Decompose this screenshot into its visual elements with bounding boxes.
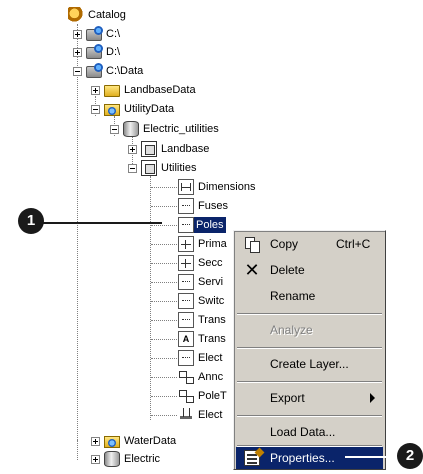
tree-item-trans-2[interactable]: A Trans — [178, 330, 226, 348]
collapse-icon[interactable] — [73, 67, 82, 76]
feature-dataset-icon — [141, 160, 157, 176]
menu-item-export[interactable]: Export — [236, 387, 383, 409]
line-feature-class-icon — [178, 236, 194, 252]
tree-item-utility-data[interactable]: UtilityData — [104, 100, 174, 118]
dimension-feature-class-icon — [178, 179, 194, 195]
menu-item-load-data[interactable]: Load Data... — [236, 421, 383, 443]
step-callout-1: 1 — [18, 208, 44, 234]
tree-connector — [151, 415, 177, 416]
expand-icon[interactable] — [73, 48, 82, 57]
delete-icon: ✕ — [244, 260, 260, 280]
point-feature-class-icon — [178, 217, 194, 233]
point-feature-class-icon — [178, 312, 194, 328]
point-feature-class-icon — [178, 350, 194, 366]
collapse-icon[interactable] — [91, 105, 100, 114]
submenu-arrow-icon — [370, 393, 375, 403]
tree-item-d-drive[interactable]: D:\ — [86, 43, 120, 61]
tree-item-c-data[interactable]: C:\Data — [86, 62, 143, 80]
tree-item-landbase-data[interactable]: LandbaseData — [104, 81, 196, 99]
folder-icon — [104, 85, 120, 97]
tree-item-electric[interactable]: Electric — [104, 450, 160, 468]
tree-connector — [151, 225, 177, 226]
tree-item-dimensions[interactable]: Dimensions — [178, 178, 255, 196]
expand-icon[interactable] — [91, 86, 100, 95]
copy-icon — [244, 236, 260, 253]
tree-item-electric-utilities[interactable]: Electric_utilities — [123, 120, 219, 138]
tree-item-switc[interactable]: Switc — [178, 292, 224, 310]
catalog-icon — [68, 7, 84, 23]
context-menu: Copy Ctrl+C ✕ Delete Rename Analyze Crea… — [233, 230, 386, 470]
tree-connector — [151, 263, 177, 264]
tree-item-secc[interactable]: Secc — [178, 254, 222, 272]
geometric-network-icon — [178, 407, 194, 423]
menu-item-create-layer[interactable]: Create Layer... — [236, 353, 383, 375]
tree-connector — [151, 320, 177, 321]
feature-dataset-icon — [141, 141, 157, 157]
menu-item-properties[interactable]: Properties... — [236, 447, 383, 469]
tree-item-annc[interactable]: Annc — [178, 368, 223, 386]
tree-item-elect-1[interactable]: Elect — [178, 349, 222, 367]
tree-item-utilities[interactable]: Utilities — [141, 159, 196, 177]
menu-separator — [237, 415, 382, 417]
tree-connector — [151, 282, 177, 283]
menu-separator — [237, 381, 382, 383]
tree-item-catalog[interactable]: Catalog — [68, 6, 126, 24]
step-callout-2: 2 — [397, 443, 423, 469]
tree-connector — [151, 244, 177, 245]
geodatabase-icon — [104, 451, 120, 467]
tree-connector — [151, 377, 177, 378]
menu-separator — [237, 313, 382, 315]
menu-item-delete[interactable]: ✕ Delete — [236, 259, 383, 281]
expand-icon[interactable] — [128, 145, 137, 154]
line-feature-class-icon — [178, 255, 194, 271]
tree-item-fuses[interactable]: Fuses — [178, 197, 228, 215]
menu-separator — [237, 347, 382, 349]
point-feature-class-icon — [178, 198, 194, 214]
shared-folder-icon — [104, 436, 120, 448]
annotation-class-icon: A — [178, 331, 194, 347]
tree-connector — [77, 24, 78, 460]
tree-connector — [151, 339, 177, 340]
tree-item-polet[interactable]: PoleT — [178, 387, 227, 405]
menu-item-rename[interactable]: Rename — [236, 285, 383, 307]
selected-item-highlight: Poles — [194, 217, 226, 233]
tree-item-trans-1[interactable]: Trans — [178, 311, 226, 329]
collapse-icon[interactable] — [110, 125, 119, 134]
tree-item-c-drive[interactable]: C:\ — [86, 25, 120, 43]
expand-icon[interactable] — [73, 30, 82, 39]
tree-item-landbase[interactable]: Landbase — [141, 140, 209, 158]
tree-item-prima[interactable]: Prima — [178, 235, 227, 253]
geodatabase-icon — [123, 121, 139, 137]
relationship-class-icon — [178, 388, 194, 404]
tree-item-elect-2[interactable]: Elect — [178, 406, 222, 424]
menu-item-copy[interactable]: Copy Ctrl+C — [236, 233, 383, 255]
tree-item-water-data[interactable]: WaterData — [104, 432, 176, 450]
expand-icon[interactable] — [91, 455, 100, 464]
relationship-class-icon — [178, 369, 194, 385]
shared-folder-icon — [104, 104, 120, 116]
collapse-icon[interactable] — [128, 164, 137, 173]
tree-item-servi[interactable]: Servi — [178, 273, 223, 291]
tree-connector — [151, 396, 177, 397]
drive-icon — [86, 26, 103, 41]
tree-connector — [151, 358, 177, 359]
callout-leader-line — [38, 222, 162, 224]
expand-icon[interactable] — [91, 437, 100, 446]
tree-connector — [150, 176, 151, 420]
point-feature-class-icon — [178, 274, 194, 290]
drive-icon — [86, 44, 103, 59]
drive-icon — [86, 63, 103, 78]
point-feature-class-icon — [178, 293, 194, 309]
tree-connector — [151, 206, 177, 207]
tree-connector — [151, 187, 177, 188]
properties-icon — [244, 450, 260, 466]
menu-item-analyze[interactable]: Analyze — [236, 319, 383, 341]
tree-connector — [151, 301, 177, 302]
tree-connector — [77, 440, 78, 460]
